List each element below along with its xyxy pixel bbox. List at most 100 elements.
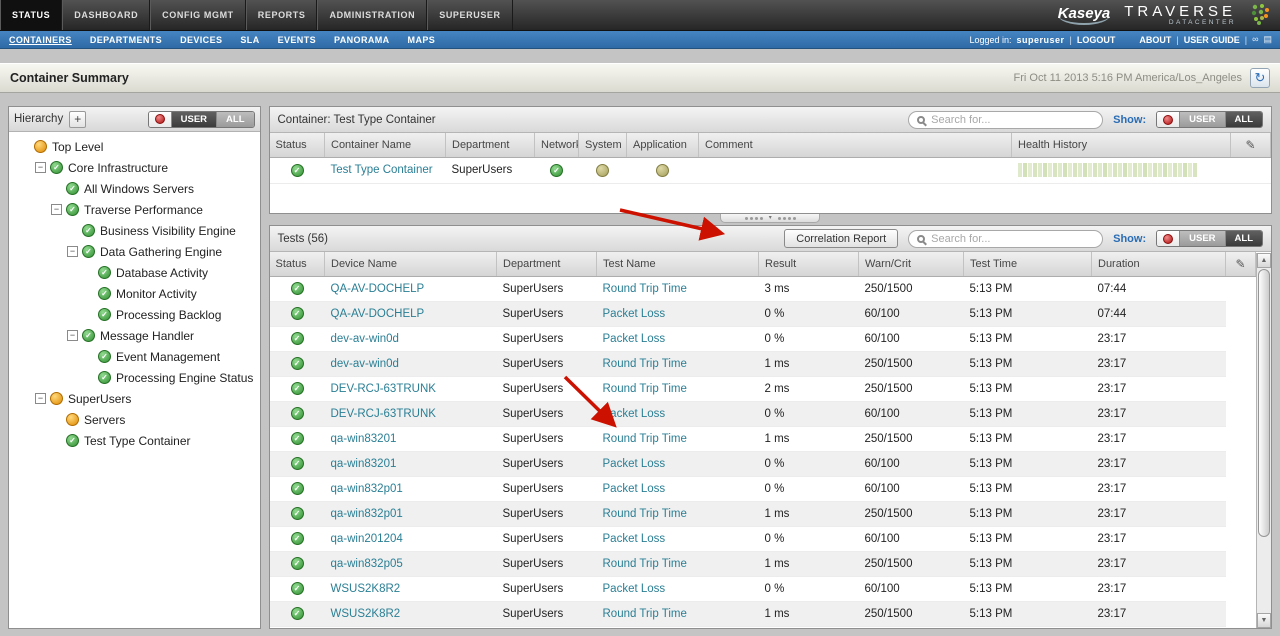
- tree-node-monitor-activity[interactable]: ✓Monitor Activity: [9, 283, 260, 304]
- test-name-link[interactable]: Round Trip Time: [603, 433, 687, 445]
- test-name-link[interactable]: Round Trip Time: [603, 558, 687, 570]
- tree-node-label[interactable]: Event Management: [116, 350, 220, 364]
- top-nav-tab-reports[interactable]: REPORTS: [246, 0, 318, 30]
- add-container-button[interactable]: +: [69, 111, 86, 128]
- container-search-box[interactable]: [908, 111, 1103, 129]
- panel-splitter-handle[interactable]: ▾: [720, 214, 820, 223]
- test-row[interactable]: ✓QA-AV-DOCHELPSuperUsersRound Trip Time3…: [270, 276, 1256, 301]
- top-nav-tab-administration[interactable]: ADMINISTRATION: [317, 0, 427, 30]
- device-name-link[interactable]: qa-win83201: [331, 458, 397, 470]
- filter-user-button[interactable]: USER: [171, 112, 216, 127]
- tree-node-core-infrastructure[interactable]: −✓Core Infrastructure: [9, 157, 260, 178]
- top-nav-tab-superuser[interactable]: SUPERUSER: [427, 0, 512, 30]
- test-name-link[interactable]: Packet Loss: [603, 408, 666, 420]
- device-name-link[interactable]: dev-av-win0d: [331, 333, 399, 345]
- tree-collapse-icon[interactable]: −: [35, 162, 46, 173]
- test-row[interactable]: ✓qa-win832p05SuperUsersRound Trip Time1 …: [270, 551, 1256, 576]
- column-header-health-history[interactable]: Health History: [1012, 133, 1231, 157]
- edit-columns-icon[interactable]: ✎: [1235, 257, 1245, 271]
- device-name-link[interactable]: QA-AV-DOCHELP: [331, 308, 425, 320]
- filter-all-button[interactable]: ALL: [216, 112, 253, 127]
- tree-node-label[interactable]: Database Activity: [116, 266, 208, 280]
- tree-node-label[interactable]: Business Visibility Engine: [100, 224, 236, 238]
- test-row[interactable]: ✓DEV-RCJ-63TRUNKSuperUsersPacket Loss0 %…: [270, 401, 1256, 426]
- about-link[interactable]: ABOUT: [1139, 35, 1171, 45]
- scroll-down-button[interactable]: ▼: [1257, 613, 1271, 628]
- test-name-link[interactable]: Packet Loss: [603, 483, 666, 495]
- device-name-link[interactable]: dev-av-win0d: [331, 358, 399, 370]
- column-header-test-name[interactable]: Test Name: [597, 252, 759, 276]
- column-header-device-name[interactable]: Device Name: [325, 252, 497, 276]
- device-name-link[interactable]: qa-win83201: [331, 433, 397, 445]
- edit-columns-icon[interactable]: ✎: [1245, 138, 1255, 152]
- device-name-link[interactable]: DEV-RCJ-63TRUNK: [331, 408, 436, 420]
- filter-critical-button[interactable]: [149, 112, 171, 127]
- sub-nav-item-containers[interactable]: CONTAINERS: [0, 31, 81, 49]
- test-name-link[interactable]: Packet Loss: [603, 533, 666, 545]
- tree-node-label[interactable]: Data Gathering Engine: [100, 245, 222, 259]
- tree-node-message-handler[interactable]: −✓Message Handler: [9, 325, 260, 346]
- container-row[interactable]: ✓Test Type ContainerSuperUsers✓: [270, 157, 1271, 183]
- test-row[interactable]: ✓WSUS2K8R2SuperUsersRound Trip Time1 ms2…: [270, 601, 1256, 626]
- tree-node-data-gathering-engine[interactable]: −✓Data Gathering Engine: [9, 241, 260, 262]
- column-header-department[interactable]: Department: [497, 252, 597, 276]
- test-row[interactable]: ✓qa-win832p01SuperUsersRound Trip Time1 …: [270, 501, 1256, 526]
- filter-all-button[interactable]: ALL: [1225, 112, 1262, 127]
- test-row[interactable]: ✓WSUS2K8R2SuperUsersPacket Loss0 %60/100…: [270, 576, 1256, 601]
- scroll-up-button[interactable]: ▲: [1257, 253, 1271, 268]
- device-name-link[interactable]: qa-win832p05: [331, 558, 403, 570]
- sub-nav-item-panorama[interactable]: PANORAMA: [325, 31, 399, 49]
- tree-node-label[interactable]: Processing Backlog: [116, 308, 221, 322]
- device-name-link[interactable]: QA-AV-DOCHELP: [331, 283, 425, 295]
- tree-node-processing-backlog[interactable]: ✓Processing Backlog: [9, 304, 260, 325]
- tree-node-label[interactable]: Test Type Container: [84, 434, 191, 448]
- test-name-link[interactable]: Packet Loss: [603, 458, 666, 470]
- top-nav-tab-status[interactable]: STATUS: [0, 0, 62, 30]
- tree-node-servers[interactable]: Servers: [9, 409, 260, 430]
- tree-node-database-activity[interactable]: ✓Database Activity: [9, 262, 260, 283]
- tree-collapse-icon[interactable]: −: [51, 204, 62, 215]
- correlation-report-button[interactable]: Correlation Report: [784, 229, 898, 248]
- test-name-link[interactable]: Round Trip Time: [603, 608, 687, 620]
- column-header-warn-crit[interactable]: Warn/Crit: [859, 252, 964, 276]
- link-chain-icon[interactable]: ∞: [1252, 35, 1258, 44]
- device-name-link[interactable]: WSUS2K8R2: [331, 608, 401, 620]
- tree-node-superusers[interactable]: −SuperUsers: [9, 388, 260, 409]
- test-row[interactable]: ✓dev-av-win0dSuperUsersPacket Loss0 %60/…: [270, 326, 1256, 351]
- tree-node-processing-engine-status[interactable]: ✓Processing Engine Status: [9, 367, 260, 388]
- tree-node-label[interactable]: All Windows Servers: [84, 182, 194, 196]
- test-name-link[interactable]: Packet Loss: [603, 308, 666, 320]
- device-name-link[interactable]: qa-win832p01: [331, 508, 403, 520]
- device-name-link[interactable]: WSUS2K8R2: [331, 583, 401, 595]
- column-header-application[interactable]: Application: [627, 133, 699, 157]
- filter-user-button[interactable]: USER: [1179, 112, 1224, 127]
- tree-node-label[interactable]: Traverse Performance: [84, 203, 203, 217]
- test-row[interactable]: ✓qa-win832p01SuperUsersPacket Loss0 %60/…: [270, 476, 1256, 501]
- test-row[interactable]: ✓qa-win201204SuperUsersPacket Loss0 %60/…: [270, 526, 1256, 551]
- filter-all-button[interactable]: ALL: [1225, 231, 1262, 246]
- refresh-button[interactable]: ↻: [1250, 68, 1270, 88]
- tree-node-top-level[interactable]: Top Level: [9, 136, 260, 157]
- sub-nav-item-departments[interactable]: DEPARTMENTS: [81, 31, 171, 49]
- tree-node-label[interactable]: SuperUsers: [68, 392, 131, 406]
- sub-nav-item-sla[interactable]: SLA: [231, 31, 268, 49]
- container-search-input[interactable]: [931, 114, 1094, 126]
- tree-node-label[interactable]: Monitor Activity: [116, 287, 197, 301]
- tree-node-traverse-performance[interactable]: −✓Traverse Performance: [9, 199, 260, 220]
- test-name-link[interactable]: Packet Loss: [603, 583, 666, 595]
- scroll-thumb[interactable]: [1258, 269, 1270, 537]
- column-header-container-name[interactable]: Container Name: [325, 133, 446, 157]
- tree-node-label[interactable]: Servers: [84, 413, 125, 427]
- column-header-test-time[interactable]: Test Time: [964, 252, 1092, 276]
- filter-user-button[interactable]: USER: [1179, 231, 1224, 246]
- tree-node-business-visibility-engine[interactable]: ✓Business Visibility Engine: [9, 220, 260, 241]
- tree-node-event-management[interactable]: ✓Event Management: [9, 346, 260, 367]
- device-name-link[interactable]: qa-win832p01: [331, 483, 403, 495]
- test-name-link[interactable]: Round Trip Time: [603, 283, 687, 295]
- tree-node-label[interactable]: Top Level: [52, 140, 103, 154]
- tree-collapse-icon[interactable]: −: [67, 246, 78, 257]
- test-name-link[interactable]: Round Trip Time: [603, 383, 687, 395]
- column-header-system[interactable]: System: [579, 133, 627, 157]
- column-header-comment[interactable]: Comment: [699, 133, 1012, 157]
- guide-book-icon[interactable]: ▤: [1263, 35, 1272, 44]
